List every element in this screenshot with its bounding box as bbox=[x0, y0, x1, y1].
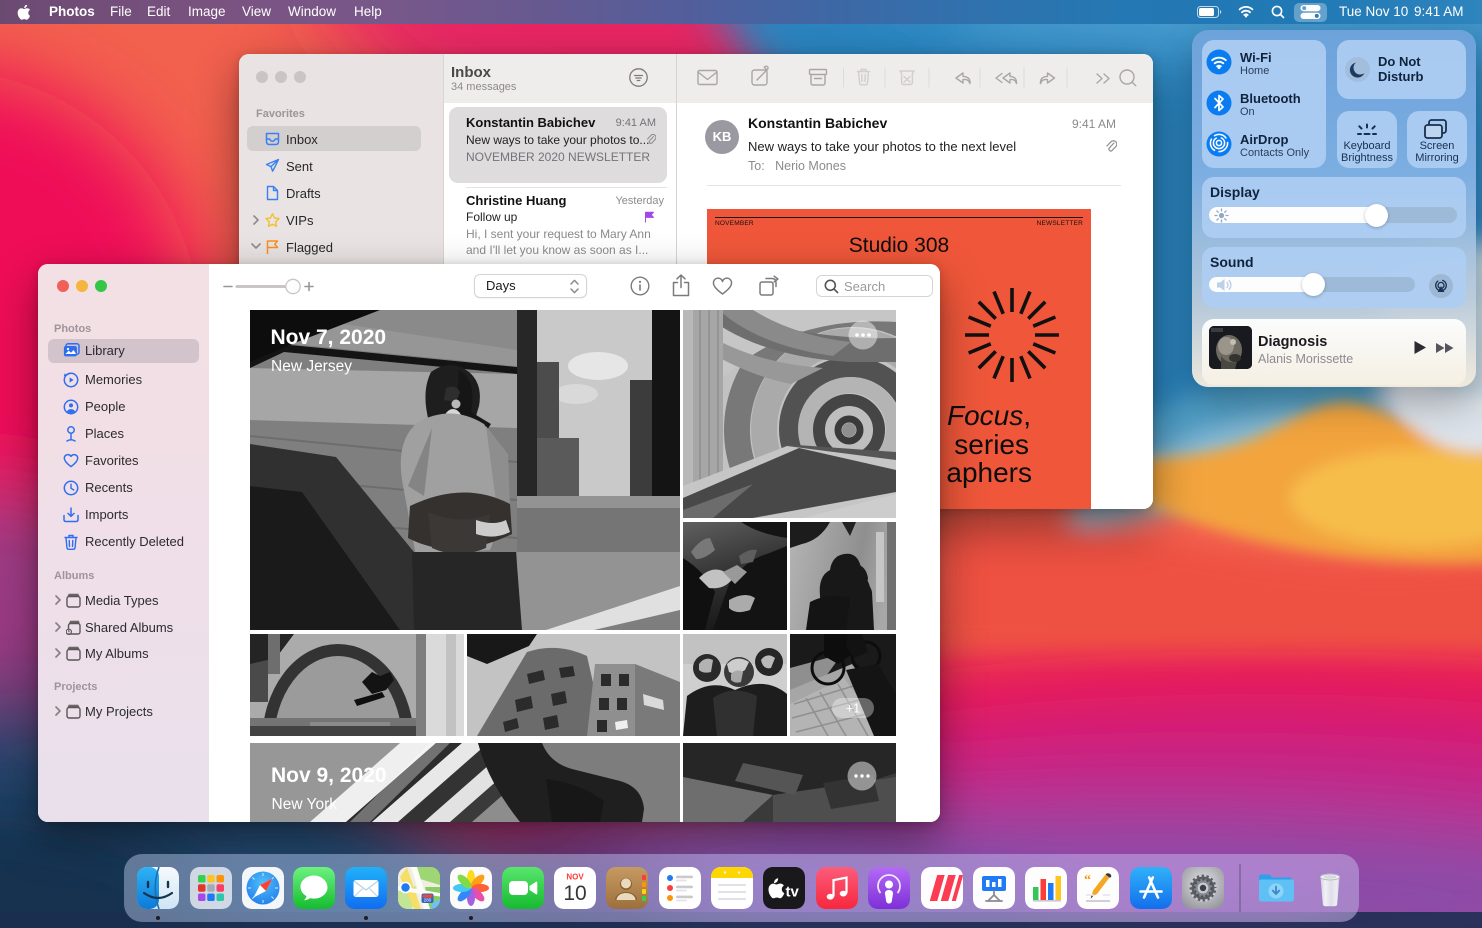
svg-text:tv: tv bbox=[786, 884, 800, 901]
svg-text:+1: +1 bbox=[846, 702, 860, 716]
svg-text:NOV: NOV bbox=[566, 873, 584, 882]
svg-text:10: 10 bbox=[563, 882, 586, 905]
svg-text:“: “ bbox=[1084, 873, 1091, 888]
svg-text:New York: New York bbox=[272, 796, 338, 813]
svg-text:280: 280 bbox=[423, 897, 431, 902]
svg-text:New Jersey: New Jersey bbox=[271, 358, 352, 375]
svg-text:Nov 7, 2020: Nov 7, 2020 bbox=[271, 326, 387, 349]
svg-text:Nov 9, 2020: Nov 9, 2020 bbox=[271, 764, 387, 787]
